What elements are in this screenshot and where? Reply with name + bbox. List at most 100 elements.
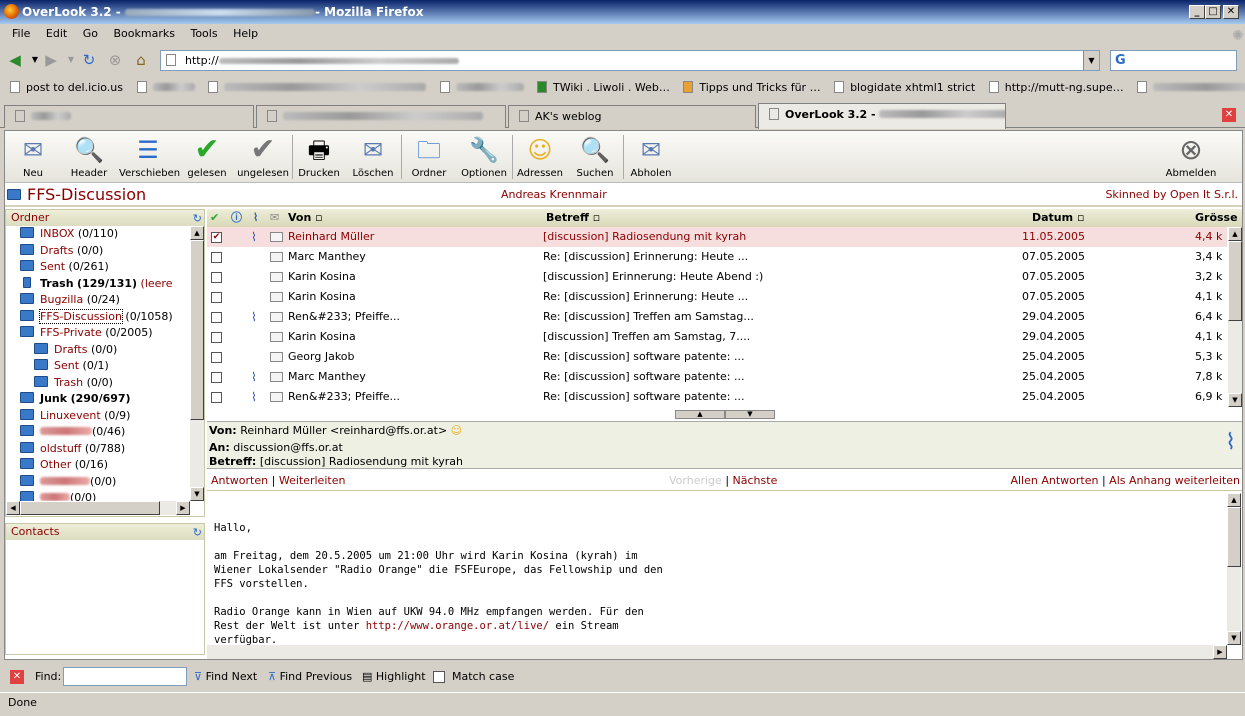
bookmark-item[interactable] (136, 77, 195, 99)
folder-oldstuff[interactable]: oldstuff (0/788) (20, 441, 125, 457)
fetch-button[interactable]: ✉ Abholen (625, 133, 677, 181)
folder-junk[interactable]: Junk (290/697) (20, 391, 131, 407)
folder-ffs-private-trash[interactable]: Trash (0/0) (34, 375, 113, 391)
message-row[interactable]: ✔ ⌇ Reinhard Müller [discussion] Radiosendu… (207, 227, 1227, 247)
minimize-button[interactable]: _ (1189, 5, 1205, 19)
options-button[interactable]: 🔧 Optionen (457, 133, 511, 181)
folders-button[interactable]: 🗀 Ordner (403, 133, 455, 181)
bookmark-item[interactable] (208, 77, 426, 99)
message-checkbox[interactable] (211, 332, 222, 343)
message-checkbox[interactable] (211, 392, 222, 403)
message-checkbox[interactable] (211, 292, 222, 303)
message-checkbox[interactable]: ✔ (211, 232, 222, 243)
forward-dropdown-icon[interactable]: ▼ (62, 51, 80, 69)
tab-2[interactable] (256, 105, 506, 128)
message-row[interactable]: Marc Manthey Re: [discussion] Erinnerung:… (207, 247, 1227, 267)
folder-drafts[interactable]: Drafts (0/0) (20, 243, 103, 259)
folder-hscrollbar[interactable]: ◀ ▶ (6, 501, 190, 515)
stop-icon[interactable]: ⊗ (106, 51, 124, 69)
info-column-icon[interactable]: ⓘ (231, 209, 242, 227)
back-icon[interactable]: ◀ (6, 51, 24, 69)
column-size[interactable]: Grösse (1195, 209, 1238, 227)
menu-file[interactable]: File (12, 27, 30, 40)
search-input[interactable]: G (1110, 50, 1237, 71)
bookmark-item[interactable]: http://mutt-ng.supe… (988, 77, 1124, 99)
attachment-column-icon[interactable]: ⌇ (253, 209, 258, 227)
tab-1[interactable] (4, 105, 254, 128)
message-list-scrollbar[interactable]: ▲ ▼ (1228, 227, 1242, 407)
reply-all-link[interactable]: Allen Antworten (1010, 474, 1098, 487)
forward-icon[interactable]: ▶ (42, 51, 60, 69)
stream-link[interactable]: http://www.orange.or.at/live/ (366, 620, 549, 632)
message-row[interactable]: Karin Kosina Re: [discussion] Erinnerung:… (207, 287, 1227, 307)
message-checkbox[interactable] (211, 312, 222, 323)
message-row[interactable]: Georg Jakob Re: [discussion] software pat… (207, 347, 1227, 367)
search-button[interactable]: 🔍 Suchen (569, 133, 621, 181)
find-previous-button[interactable]: ⊼ Find Previous (268, 664, 352, 690)
menu-help[interactable]: Help (233, 27, 258, 40)
url-dropdown-icon[interactable]: ▼ (1083, 51, 1099, 70)
find-input[interactable] (63, 667, 187, 686)
pane-splitter[interactable]: ▲ ▼ (675, 410, 775, 419)
refresh-icon[interactable]: ↻ (193, 211, 202, 227)
reply-link[interactable]: Antworten (211, 474, 268, 487)
bookmark-item[interactable] (1137, 77, 1245, 99)
folder-trash[interactable]: Trash (129/131) (leere (20, 276, 172, 292)
folder-redacted-3[interactable]: (0/0) (20, 490, 96, 501)
folder-redacted-1[interactable]: (0/46) (20, 424, 125, 440)
menu-edit[interactable]: Edit (46, 27, 67, 40)
highlight-button[interactable]: ▤ Highlight (362, 664, 426, 690)
column-subject[interactable]: Betreff ▫ (546, 209, 600, 227)
folder-ffs-private[interactable]: FFS-Private (0/2005) (20, 325, 153, 341)
message-row[interactable]: ⌇ Ren&#233; Pfeiffe... Re: [discussion] so… (207, 387, 1227, 407)
bookmark-item[interactable]: post to del.icio.us (10, 77, 123, 99)
menu-bookmarks[interactable]: Bookmarks (114, 27, 175, 40)
menu-go[interactable]: Go (83, 27, 98, 40)
body-scrollbar[interactable]: ▲ ▼ (1227, 493, 1241, 645)
message-checkbox[interactable] (211, 272, 222, 283)
message-row[interactable]: ⌇ Ren&#233; Pfeiffe... Re: [discussion] Tr… (207, 307, 1227, 327)
addresses-button[interactable]: ☺ Adressen (513, 133, 567, 181)
print-button[interactable]: 🖶 Drucken (293, 133, 345, 181)
folder-other[interactable]: Other (0/16) (20, 457, 108, 473)
mark-unread-button[interactable]: ✔ ungelesen (235, 133, 291, 181)
match-case-checkbox[interactable] (433, 671, 445, 683)
folder-sent[interactable]: Sent (0/261) (20, 259, 109, 275)
bookmark-item[interactable]: Tipps und Tricks für … (683, 77, 821, 99)
close-find-icon[interactable]: ✕ (10, 670, 24, 684)
bookmark-item[interactable]: TWiki . Liwoli . Web… (537, 77, 670, 99)
empty-trash-link[interactable]: (leere (141, 277, 173, 290)
maximize-button[interactable]: □ (1205, 5, 1221, 19)
message-row[interactable]: Karin Kosina [discussion] Erinnerung: Heu… (207, 267, 1227, 287)
folder-linuxevent[interactable]: Linuxevent (0/9) (20, 408, 130, 424)
folder-redacted-2[interactable]: (0/0) (20, 474, 116, 490)
message-row[interactable]: Karin Kosina [discussion] Treffen am Sams… (207, 327, 1227, 347)
folder-scrollbar[interactable]: ▲ ▼ (190, 226, 204, 501)
logout-button[interactable]: ⊗ Abmelden (1165, 133, 1217, 181)
url-input[interactable]: http:// ▼ (160, 50, 1100, 71)
forward-attachment-link[interactable]: Als Anhang weiterleiten (1109, 474, 1240, 487)
next-link[interactable]: Nächste (733, 474, 778, 487)
tab-aks-weblog[interactable]: AK's weblog (508, 105, 756, 128)
close-tab-icon[interactable]: ✕ (1222, 108, 1236, 122)
column-from[interactable]: Von ▫ (288, 209, 323, 227)
reload-icon[interactable]: ↻ (80, 51, 98, 69)
message-checkbox[interactable] (211, 252, 222, 263)
column-date[interactable]: Datum ▫ (1032, 209, 1084, 227)
envelope-column-icon[interactable]: ✉ (270, 209, 279, 227)
read-column-icon[interactable]: ✔ (210, 209, 219, 227)
message-checkbox[interactable] (211, 372, 222, 383)
message-row[interactable]: ⌇ Marc Manthey Re: [discussion] software p… (207, 367, 1227, 387)
google-icon[interactable]: G (1115, 53, 1126, 68)
folder-inbox[interactable]: INBOX (0/110) (20, 226, 118, 242)
folder-ffs-private-sent[interactable]: Sent (0/1) (34, 358, 109, 374)
folder-bugzilla[interactable]: Bugzilla (0/24) (20, 292, 120, 308)
home-icon[interactable]: ⌂ (132, 51, 150, 69)
tab-overlook[interactable]: OverLook 3.2 - (758, 103, 1006, 129)
body-hscrollbar[interactable]: ▶ (207, 645, 1227, 659)
attachment-icon[interactable]: ⌇ (1225, 430, 1236, 455)
new-button[interactable]: ✉ Neu (7, 133, 59, 181)
bookmark-item[interactable] (439, 77, 524, 99)
folder-ffs-discussion[interactable]: FFS-Discussion (0/1058) (20, 309, 173, 325)
bookmark-item[interactable]: blogidate xhtml1 strict (834, 77, 975, 99)
